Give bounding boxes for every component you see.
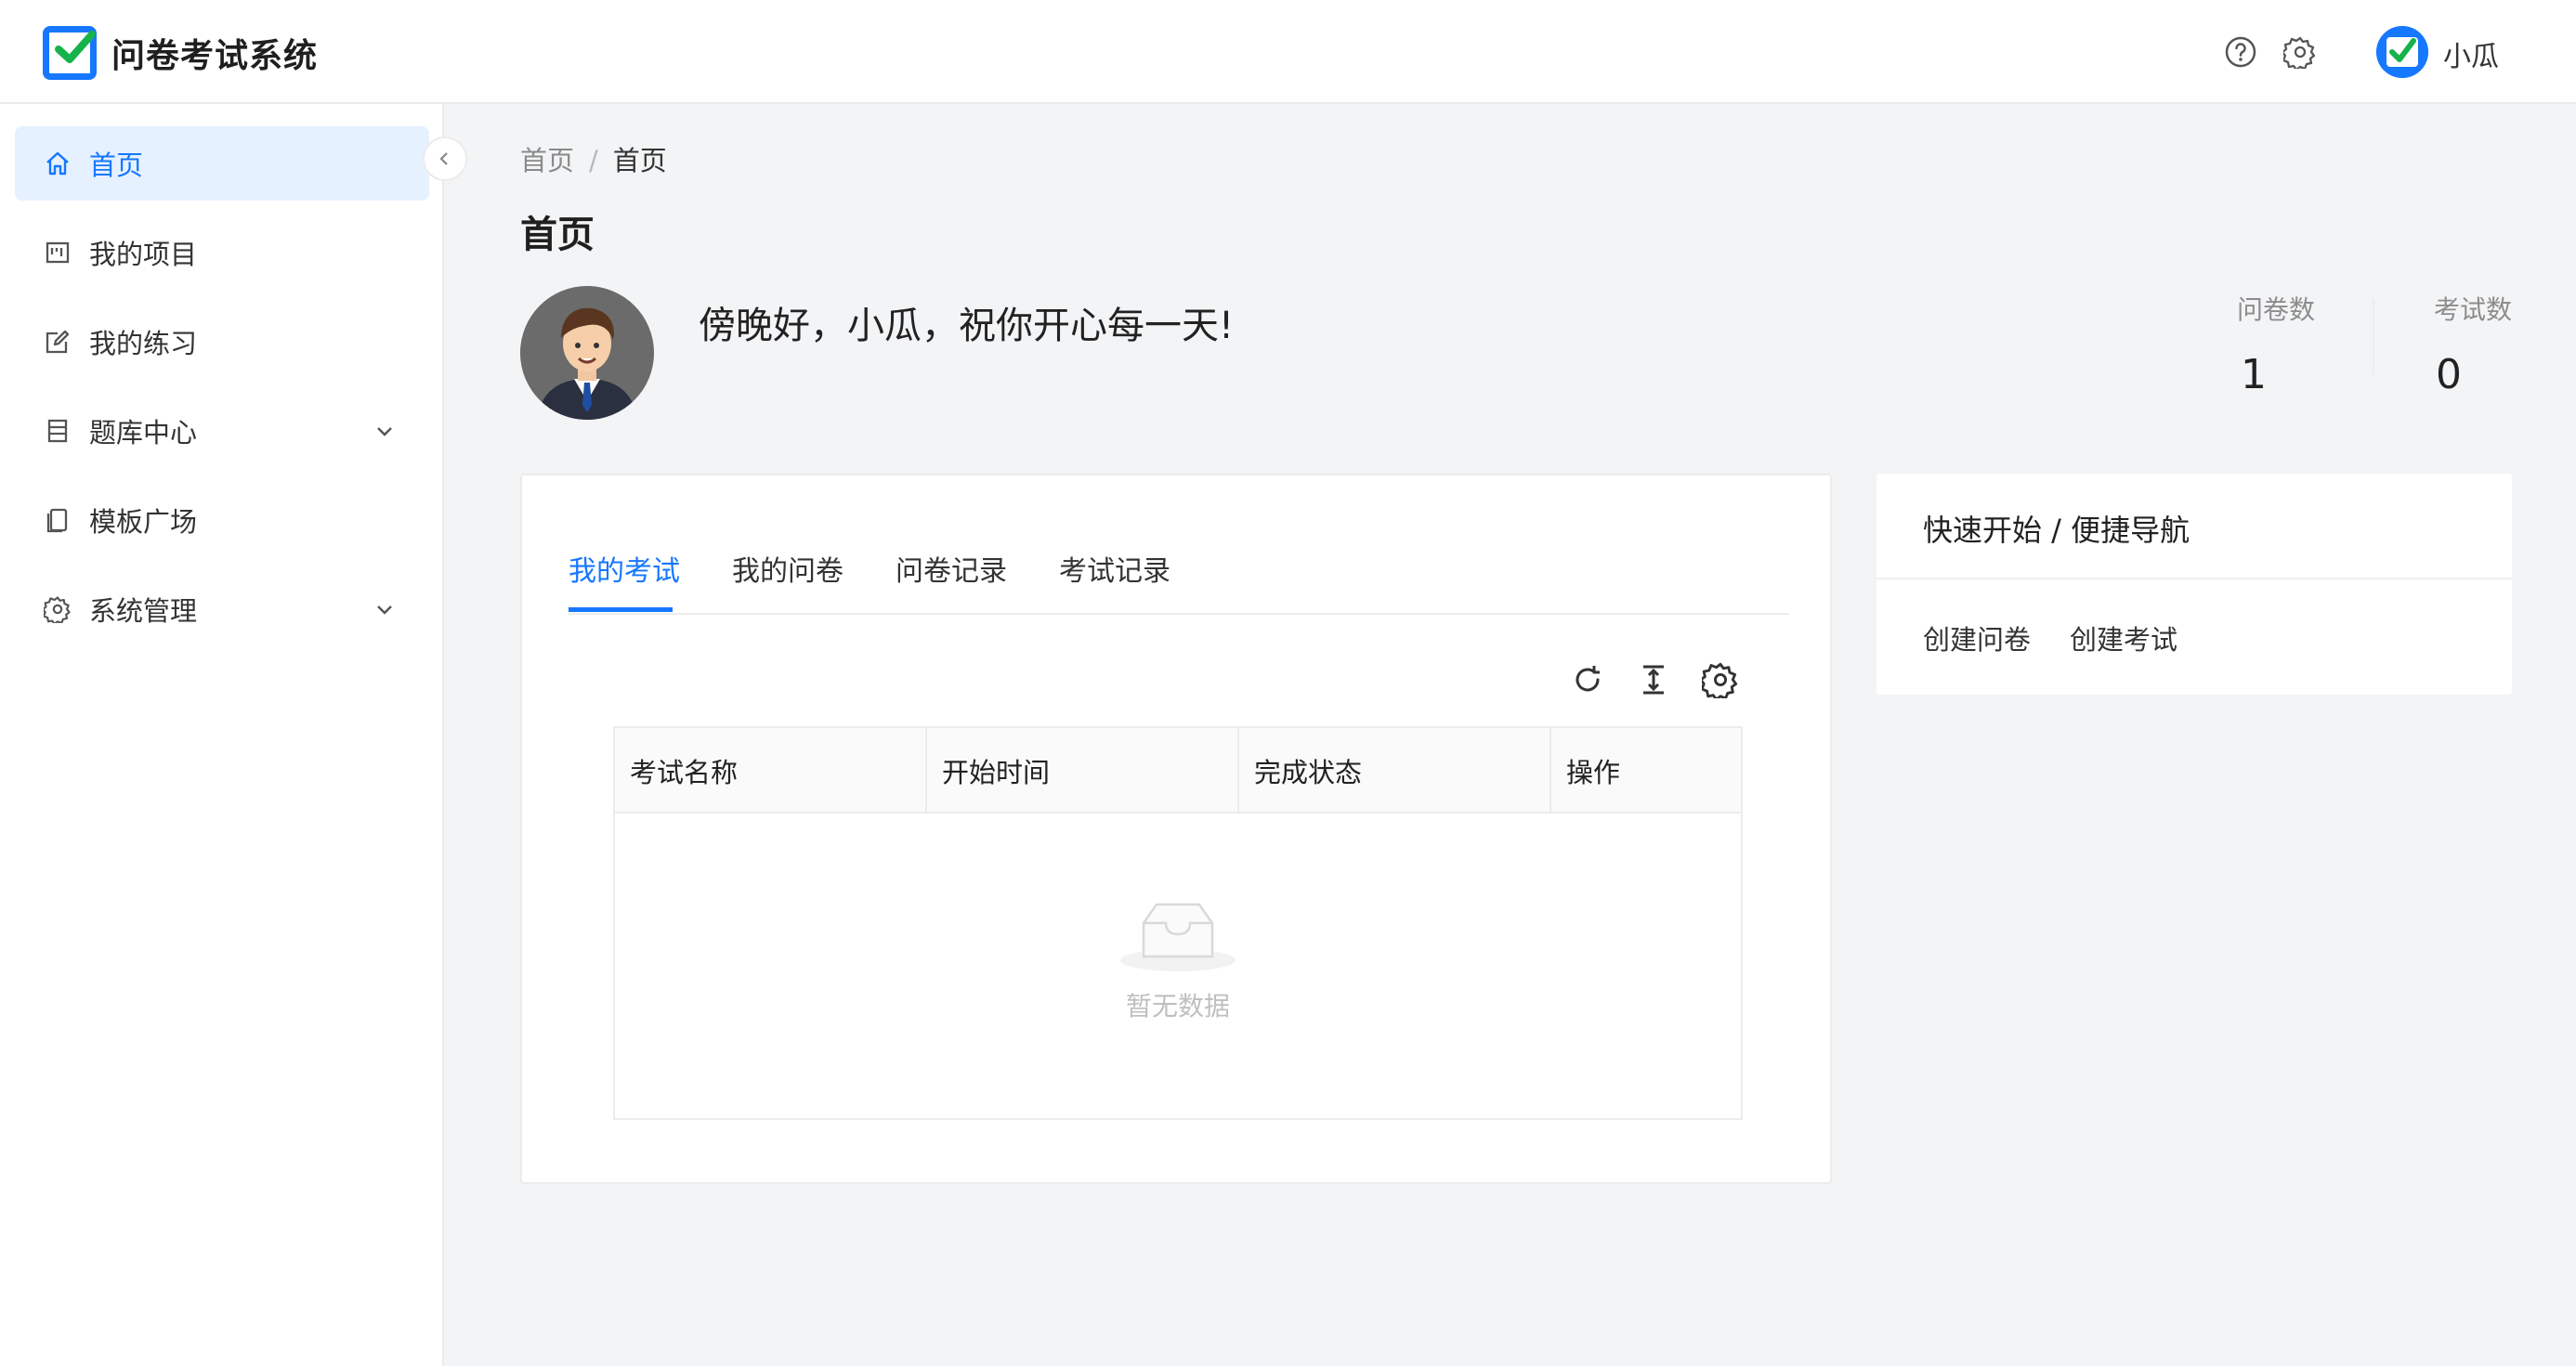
sidebar-collapse-button[interactable]: [423, 137, 467, 181]
help-icon[interactable]: [2224, 35, 2257, 69]
tab-bar: 我的考试 我的问卷 问卷记录 考试记录: [569, 540, 1789, 615]
sidebar-item-home[interactable]: 首页: [15, 126, 429, 201]
stat-value: 1: [2241, 351, 2267, 398]
project-icon: [43, 238, 72, 267]
breadcrumb-root[interactable]: 首页: [520, 145, 574, 176]
edit-icon: [43, 327, 72, 357]
refresh-icon[interactable]: [1569, 661, 1606, 698]
gear-icon: [43, 594, 72, 624]
stat-label: 问卷数: [2237, 294, 2316, 325]
stat-value: 0: [2436, 351, 2462, 398]
app-title: 问卷考试系统: [111, 37, 319, 75]
empty-state: 暂无数据: [615, 895, 1741, 1023]
tab-survey-records[interactable]: 问卷记录: [896, 548, 1007, 589]
stat-label: 考试数: [2434, 294, 2513, 325]
sidebar-item-question-bank[interactable]: 题库中心: [15, 394, 429, 468]
empty-text: 暂无数据: [1125, 991, 1230, 1021]
tab-exam-records[interactable]: 考试记录: [1059, 548, 1170, 589]
table-header: 考试名称 开始时间 完成状态 操作: [615, 728, 1741, 813]
top-header: 问卷考试系统 小瓜: [0, 0, 2576, 104]
create-survey-link[interactable]: 创建问卷: [1923, 618, 2031, 657]
profile-avatar: [520, 286, 654, 420]
sidebar-item-label: 我的项目: [89, 239, 198, 270]
stat-exam-count: 考试数 0: [2434, 290, 2512, 398]
exam-table: 考试名称 开始时间 完成状态 操作 暂无数据: [613, 726, 1743, 1120]
sidebar-item-templates[interactable]: 模板广场: [15, 483, 429, 557]
user-avatar[interactable]: [2376, 26, 2428, 78]
empty-inbox-icon: [1120, 903, 1236, 971]
database-icon: [43, 416, 72, 446]
sidebar-item-label: 首页: [89, 150, 144, 181]
sidebar: 首页 我的项目 我的练习 题库中心 模板广场 系统管理: [0, 104, 444, 1366]
create-exam-link[interactable]: 创建考试: [2070, 618, 2177, 657]
settings-icon[interactable]: [1702, 661, 1739, 698]
tab-my-surveys[interactable]: 我的问卷: [732, 548, 843, 589]
column-header[interactable]: 开始时间: [927, 728, 1239, 813]
breadcrumb: 首页 / 首页: [520, 139, 667, 178]
quick-nav-title: 快速开始 / 便捷导航: [1923, 513, 2190, 548]
sidebar-item-label: 题库中心: [89, 417, 198, 449]
template-icon: [43, 505, 72, 535]
page-title: 首页: [520, 214, 595, 256]
sidebar-item-label: 模板广场: [89, 506, 198, 538]
app-logo[interactable]: 问卷考试系统: [43, 26, 318, 80]
column-header[interactable]: 完成状态: [1239, 728, 1551, 813]
greeting-text: 傍晚好，小瓜，祝你开心每一天!: [699, 305, 1235, 347]
tab-active-indicator: [569, 607, 673, 612]
tab-my-exams[interactable]: 我的考试: [569, 548, 680, 589]
sidebar-item-label: 我的练习: [89, 328, 198, 359]
column-header[interactable]: 操作: [1551, 728, 1745, 813]
breadcrumb-separator: /: [589, 145, 598, 176]
column-header[interactable]: 考试名称: [615, 728, 927, 813]
gear-icon[interactable]: [2281, 35, 2317, 72]
column-height-icon[interactable]: [1635, 661, 1672, 698]
sidebar-item-practice[interactable]: 我的练习: [15, 305, 429, 379]
sidebar-item-system[interactable]: 系统管理: [15, 572, 429, 646]
logo-check-icon: [43, 26, 97, 80]
divider: [1876, 578, 2512, 579]
user-name[interactable]: 小瓜: [2443, 33, 2499, 74]
chevron-down-icon[interactable]: [373, 598, 396, 620]
quick-nav-card: 快速开始 / 便捷导航 创建问卷 创建考试: [1876, 474, 2512, 695]
breadcrumb-current: 首页: [612, 145, 667, 176]
home-icon: [43, 149, 72, 178]
stat-divider: [2373, 299, 2374, 375]
chevron-left-icon: [439, 152, 448, 165]
sidebar-item-projects[interactable]: 我的项目: [15, 215, 429, 290]
sidebar-item-label: 系统管理: [89, 595, 198, 627]
stat-survey-count: 问卷数 1: [2237, 290, 2315, 398]
records-card: 我的考试 我的问卷 问卷记录 考试记录 考试名称 开始时间 完成状态 操作 暂无…: [520, 474, 1832, 1184]
chevron-down-icon[interactable]: [373, 420, 396, 442]
